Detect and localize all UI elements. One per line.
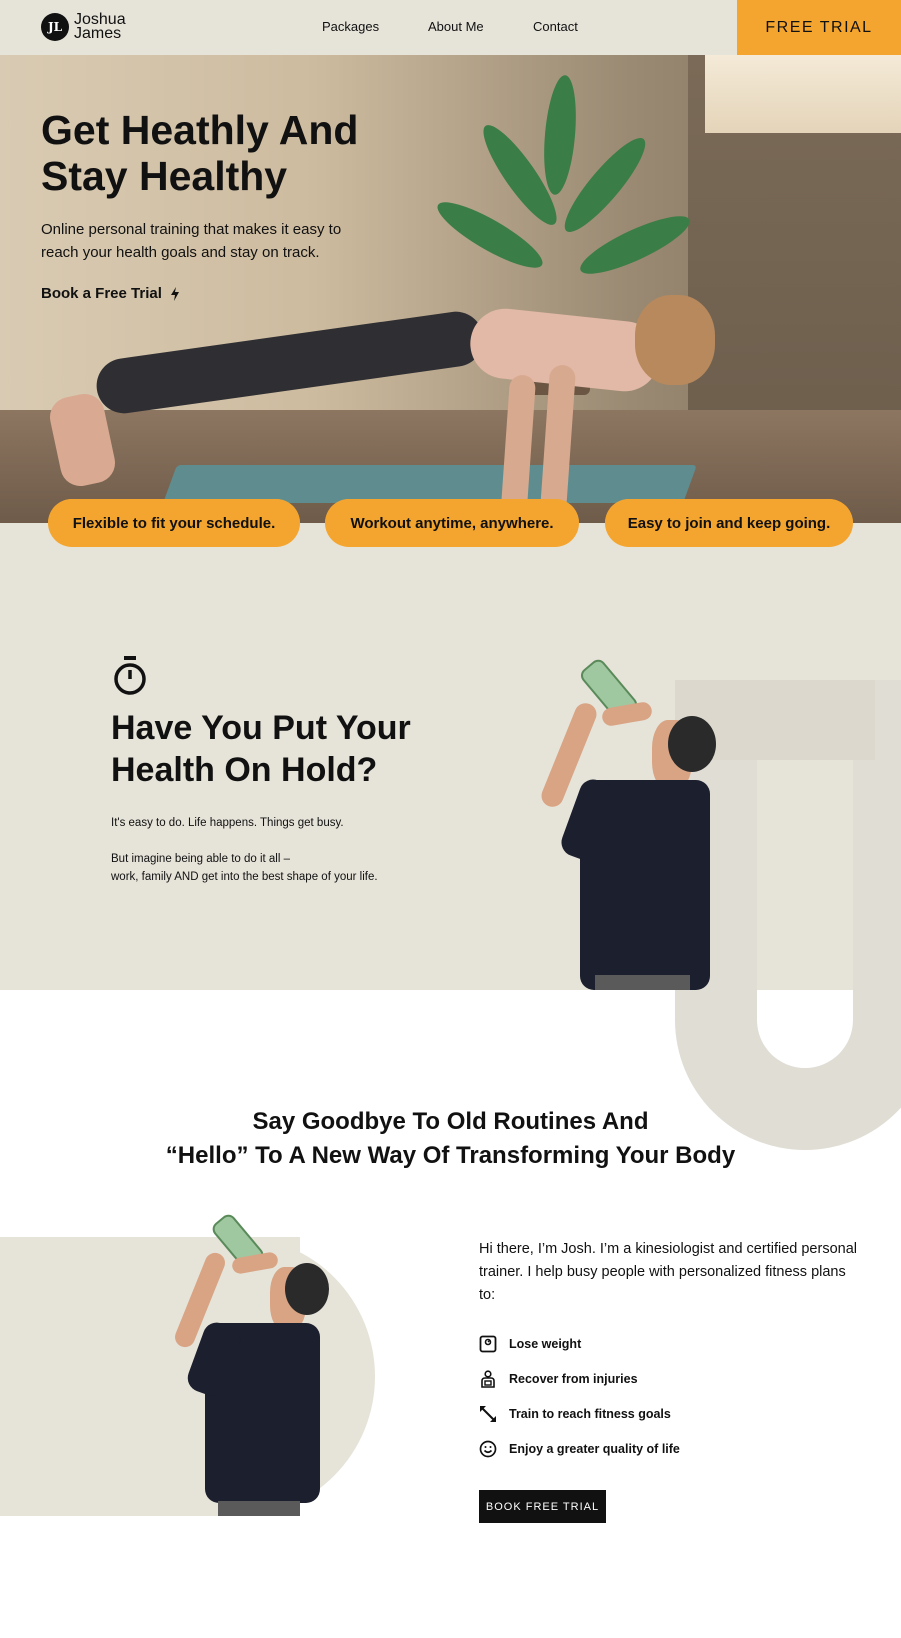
- trainer-photo-2: [170, 1205, 370, 1516]
- logo-mark: JL: [41, 13, 69, 41]
- feature-label: Recover from injuries: [509, 1372, 638, 1386]
- section2-paragraph2: But imagine being able to do it all – wo…: [111, 850, 411, 886]
- yoga-mat: [163, 465, 697, 503]
- stopwatch-icon: [114, 656, 146, 695]
- hero-section: Get Heathly And Stay Healthy Online pers…: [0, 55, 901, 523]
- woman-legs: [93, 308, 487, 417]
- recovery-icon: [481, 1370, 495, 1388]
- section2-paragraph2-line1: But imagine being able to do it all –: [111, 853, 291, 865]
- nav-link-about[interactable]: About Me: [428, 19, 484, 34]
- free-trial-button[interactable]: FREE TRIAL: [737, 0, 901, 55]
- trainer-shorts: [218, 1501, 300, 1516]
- trainer-photo: [530, 650, 750, 990]
- book-free-trial-button[interactable]: BOOK FREE TRIAL: [479, 1490, 606, 1523]
- feature-lose-weight: Lose weight: [479, 1335, 581, 1353]
- feature-train: Train to reach fitness goals: [479, 1405, 671, 1423]
- section2-paragraph2-line2: work, family AND get into the best shape…: [111, 871, 378, 883]
- feature-label: Lose weight: [509, 1337, 582, 1351]
- section3-title-line2: “Hello” To A New Way Of Transforming You…: [165, 1142, 736, 1169]
- book-free-trial-link[interactable]: Book a Free Trial: [41, 285, 180, 302]
- nav-link-contact[interactable]: Contact: [533, 19, 578, 34]
- smile-icon: [479, 1440, 497, 1458]
- pill-anytime-overlay: Workout anytime, anywhere.: [325, 499, 579, 547]
- pill-easy-overlay: Easy to join and keep going.: [605, 499, 853, 547]
- hero-subtitle: Online personal training that makes it e…: [41, 221, 342, 261]
- section2-title-line2: Health On Hold?: [111, 751, 378, 789]
- trainer-cap: [285, 1263, 329, 1315]
- section2-paragraph1: It's easy to do. Life happens. Things ge…: [111, 817, 344, 829]
- hero-title: Get Heathly And Stay Healthy: [41, 107, 358, 199]
- trainer-intro: Hi there, I’m Josh. I’m a kinesiologist …: [479, 1241, 857, 1303]
- bolt-icon: [170, 286, 179, 301]
- hero-window: [705, 55, 901, 133]
- book-free-trial-label: Book a Free Trial: [41, 285, 162, 302]
- section2-title-line1: Have You Put Your: [111, 709, 411, 747]
- nav-link-packages[interactable]: Packages: [322, 19, 379, 34]
- expand-arrows-icon: [480, 1406, 496, 1422]
- feature-label: Enjoy a greater quality of life: [509, 1442, 680, 1456]
- scale-icon: [479, 1335, 497, 1353]
- feature-recover: Recover from injuries: [479, 1370, 638, 1388]
- section2-title: Have You Put Your Health On Hold?: [111, 707, 411, 791]
- section3-title: Say Goodbye To Old Routines And “Hello” …: [0, 1105, 901, 1173]
- woman-head: [635, 295, 715, 385]
- hero-title-line1: Get Heathly And: [41, 107, 359, 153]
- trainer-cap: [668, 716, 716, 772]
- feature-quality: Enjoy a greater quality of life: [479, 1440, 680, 1458]
- hero-title-line2: Stay Healthy: [41, 153, 288, 199]
- top-nav: JL Joshua James Packages About Me Contac…: [0, 0, 901, 55]
- pill-flexible-overlay: Flexible to fit your schedule.: [48, 499, 300, 547]
- section3-title-line1: Say Goodbye To Old Routines And: [252, 1108, 649, 1135]
- logo-text: Joshua James: [74, 12, 126, 42]
- feature-label: Train to reach fitness goals: [509, 1407, 671, 1421]
- plant-leaf: [539, 73, 581, 197]
- trainer-shorts: [595, 975, 690, 990]
- logo[interactable]: JL Joshua James: [41, 12, 126, 42]
- logo-line2: James: [74, 25, 122, 42]
